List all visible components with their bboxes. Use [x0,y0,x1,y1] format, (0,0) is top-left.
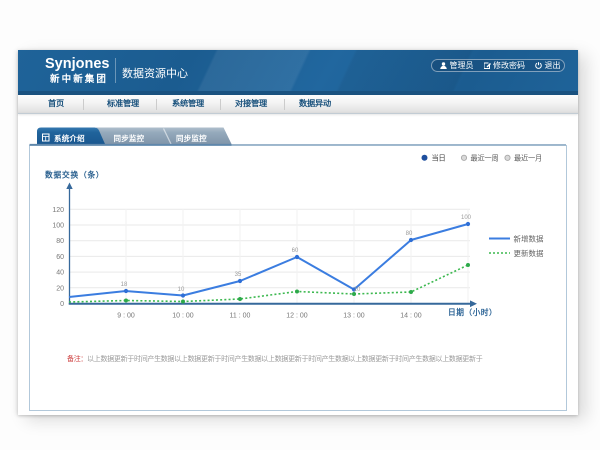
svg-text:同步监控: 同步监控 [114,133,145,143]
svg-text:10: 10 [354,287,361,293]
svg-text:更新数据: 更新数据 [514,248,544,258]
svg-text:10 : 00: 10 : 00 [172,313,194,320]
svg-text:60: 60 [292,248,299,254]
svg-text:120: 120 [52,207,64,214]
svg-text:80: 80 [406,231,413,237]
svg-text:100: 100 [461,215,472,221]
svg-text:13 : 00: 13 : 00 [343,313,365,320]
svg-text:最近一周: 最近一周 [471,153,499,162]
svg-text:10: 10 [178,287,185,293]
svg-text:11 : 00: 11 : 00 [230,313,251,320]
svg-text:18: 18 [121,282,128,288]
svg-text:60: 60 [56,254,64,261]
svg-text:100: 100 [52,223,64,230]
svg-text:20: 20 [56,285,64,292]
svg-text:80: 80 [56,238,64,245]
svg-text:35: 35 [235,272,242,278]
svg-text:9 : 00: 9 : 00 [117,313,135,320]
svg-text:同步监控: 同步监控 [176,133,207,143]
svg-text:12 : 00: 12 : 00 [286,313,308,320]
svg-text:40: 40 [56,270,64,277]
svg-text:当日: 当日 [432,153,446,162]
svg-text:系统介绍: 系统介绍 [54,133,85,143]
svg-text:数据交换（条）: 数据交换（条） [45,170,104,180]
svg-text:最近一月: 最近一月 [514,153,542,162]
svg-text:日期（小时）: 日期（小时） [448,307,497,317]
svg-text:新增数据: 新增数据 [514,233,544,243]
svg-text:0: 0 [60,301,64,308]
svg-text:14 : 00: 14 : 00 [400,313,422,320]
